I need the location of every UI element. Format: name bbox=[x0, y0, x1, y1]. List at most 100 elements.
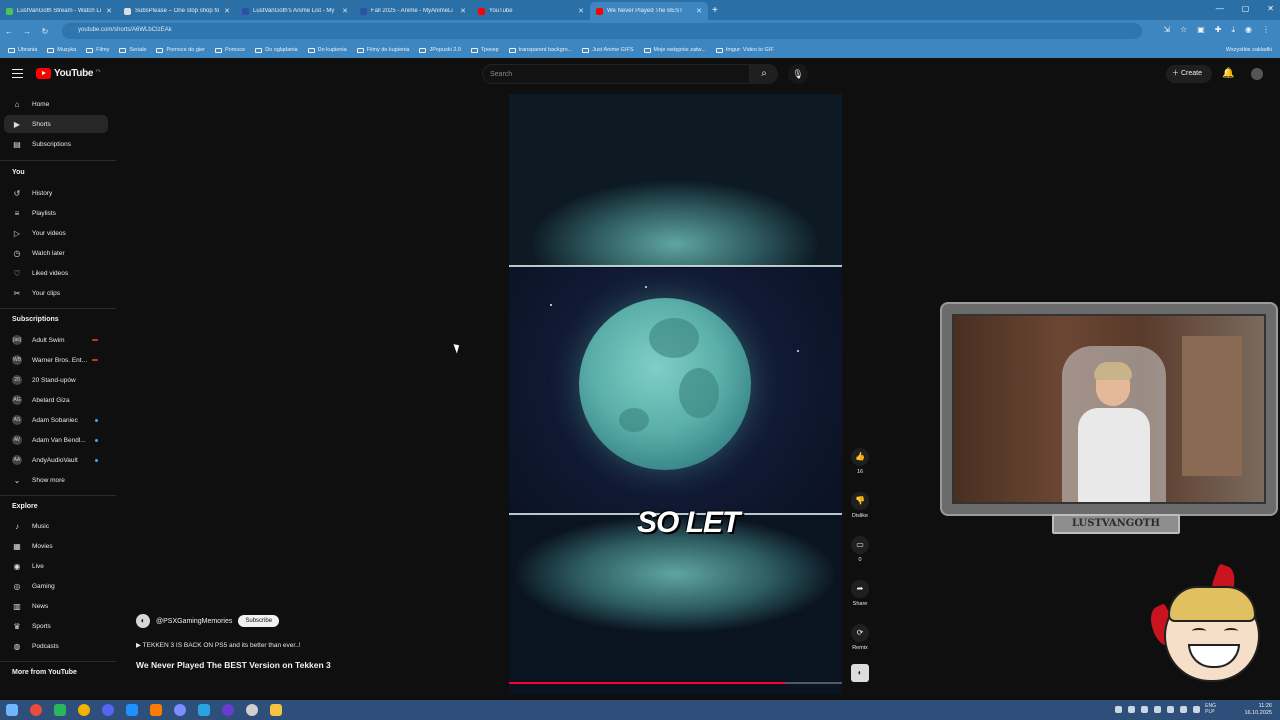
shorts-player[interactable]: SO LET bbox=[509, 94, 842, 694]
youtube-logo[interactable]: YouTube PL bbox=[36, 68, 101, 79]
extension-icon[interactable]: ▣ bbox=[1197, 25, 1205, 35]
remix-button[interactable]: ⟳ Remix bbox=[848, 624, 872, 651]
bookmark-item[interactable]: JPopuski 2.0 bbox=[419, 47, 461, 53]
menu-dots-icon[interactable]: ⋮ bbox=[1262, 25, 1270, 35]
app-icon[interactable] bbox=[126, 704, 138, 716]
tray-icon[interactable] bbox=[1154, 706, 1161, 713]
bookmark-item[interactable]: Seriale bbox=[119, 47, 146, 53]
steam-icon[interactable] bbox=[198, 704, 210, 716]
sidebar-item-home[interactable]: ⌂ Home bbox=[4, 95, 108, 113]
forward-icon[interactable]: → bbox=[18, 27, 36, 36]
tray-icon[interactable] bbox=[1115, 706, 1122, 713]
sidebar-item-subscriptions[interactable]: ▤ Subscriptions bbox=[4, 135, 108, 153]
sidebar-item-your-clips[interactable]: ✂ Your clips bbox=[4, 284, 108, 302]
sidebar-item-live[interactable]: ◉ Live bbox=[4, 557, 108, 575]
bookmark-item[interactable]: Just Anime GIFS bbox=[582, 47, 634, 53]
app-icon[interactable] bbox=[78, 704, 90, 716]
close-window-icon[interactable]: ✕ bbox=[1267, 4, 1274, 13]
tab-close-icon[interactable]: ✕ bbox=[696, 7, 702, 15]
bookmark-item[interactable]: Ubrania bbox=[8, 47, 37, 53]
search-icon[interactable]: ⌕ bbox=[750, 64, 778, 84]
tray-icon[interactable] bbox=[1193, 706, 1200, 713]
language-indicator[interactable]: ENG PLP bbox=[1205, 703, 1216, 715]
share-button[interactable]: ➦ Share bbox=[848, 580, 872, 607]
bookmark-star-icon[interactable]: ☆ bbox=[1180, 25, 1187, 35]
bookmark-item[interactable]: Muzyka bbox=[47, 47, 76, 53]
browser-tab[interactable]: LustVanGoth Stream - Watch Li ✕ bbox=[0, 2, 118, 20]
bookmark-item[interactable]: Imgur: Video to GIF bbox=[715, 47, 774, 53]
notifications-icon[interactable]: 🔔 bbox=[1222, 68, 1234, 79]
you-heading[interactable]: You bbox=[12, 169, 25, 176]
short-title[interactable]: We Never Played The BEST Version on Tekk… bbox=[136, 660, 331, 670]
microphone-icon[interactable]: 🎙 bbox=[788, 64, 808, 84]
new-tab-button[interactable]: + bbox=[712, 5, 718, 16]
folder-icon[interactable] bbox=[270, 704, 282, 716]
vlc-icon[interactable] bbox=[150, 704, 162, 716]
avatar[interactable] bbox=[1251, 68, 1263, 80]
sidebar-item-sports[interactable]: ♛ Sports bbox=[4, 617, 108, 635]
sidebar-item-channel[interactable]: AG Abelard Giza bbox=[4, 391, 108, 409]
channel-thumb-button[interactable]: ◐ bbox=[848, 664, 872, 685]
subscribe-button[interactable]: Subscribe bbox=[238, 615, 280, 627]
sidebar-item-news[interactable]: ▥ News bbox=[4, 597, 108, 615]
all-bookmarks[interactable]: Wszystkie zakładki bbox=[1226, 47, 1272, 53]
app-icon[interactable] bbox=[54, 704, 66, 716]
like-button[interactable]: 👍 16 bbox=[848, 448, 872, 475]
download-icon[interactable]: ⤓ bbox=[1231, 25, 1235, 35]
bookmark-item[interactable]: Filmy bbox=[86, 47, 109, 53]
sidebar-item-channel[interactable]: 20 20 Stand-upów bbox=[4, 371, 108, 389]
clock[interactable]: 11:26 16.10.2025 bbox=[1244, 703, 1272, 717]
bookmark-item[interactable]: transparent backgro... bbox=[508, 47, 572, 53]
channel-name[interactable]: @PSXGamingMemories bbox=[156, 618, 232, 625]
menu-icon[interactable] bbox=[12, 69, 23, 78]
obs-icon[interactable] bbox=[222, 704, 234, 716]
short-description[interactable]: ▶ TEKKEN 3 IS BACK ON PS5 and its better… bbox=[136, 641, 301, 649]
tray-icon[interactable] bbox=[1141, 706, 1148, 713]
sidebar-item-movies[interactable]: ▦ Movies bbox=[4, 537, 108, 555]
tray-icon[interactable] bbox=[1128, 706, 1135, 713]
browser-tab[interactable]: SubsPlease – One stop shop fo ✕ bbox=[118, 2, 236, 20]
reload-icon[interactable]: ↻ bbox=[36, 27, 54, 36]
dislike-button[interactable]: 👎 Dislike bbox=[848, 492, 872, 519]
app-icon[interactable] bbox=[174, 704, 186, 716]
bookmark-item[interactable]: Do kupienia bbox=[307, 47, 347, 53]
browser-tab[interactable]: LustVanGoth's Anime List - My ✕ bbox=[236, 2, 354, 20]
sidebar-item-channel[interactable]: [as] Adult Swim bbox=[4, 331, 108, 349]
sidebar-item-channel[interactable]: AS Adam Sobaniec bbox=[4, 411, 108, 429]
bookmark-item[interactable]: Pomoce bbox=[215, 47, 245, 53]
extensions-puzzle-icon[interactable]: ✚ bbox=[1215, 25, 1222, 35]
discord-icon[interactable] bbox=[102, 704, 114, 716]
sidebar-item-shorts[interactable]: ▶ Shorts bbox=[4, 115, 108, 133]
browser-tab[interactable]: Fall 2025 - Anime - MyAnimeLi ✕ bbox=[354, 2, 472, 20]
back-icon[interactable]: ← bbox=[0, 27, 18, 36]
bookmark-item[interactable]: Moje wstępnie zatw... bbox=[643, 47, 706, 53]
minimize-icon[interactable]: — bbox=[1216, 4, 1224, 13]
sidebar-item-watch-later[interactable]: ◷ Watch later bbox=[4, 244, 108, 262]
browser-tab[interactable]: We Never Played The BEST ✕ bbox=[590, 2, 708, 20]
sidebar-item-history[interactable]: ↺ History bbox=[4, 184, 108, 202]
tab-close-icon[interactable]: ✕ bbox=[342, 7, 348, 15]
bookmark-item[interactable]: Pomoce do gier bbox=[156, 47, 205, 53]
chrome-icon[interactable] bbox=[30, 704, 42, 716]
profile-icon[interactable]: ◉ bbox=[1245, 25, 1252, 35]
tray-icon[interactable] bbox=[1180, 706, 1187, 713]
sidebar-item-gaming[interactable]: ◎ Gaming bbox=[4, 577, 108, 595]
maximize-icon[interactable]: ▢ bbox=[1242, 4, 1250, 13]
bookmark-item[interactable]: Filmy do kupienia bbox=[356, 47, 409, 53]
sidebar-item-podcasts[interactable]: ◍ Podcasts bbox=[4, 637, 108, 655]
app-icon[interactable] bbox=[246, 704, 258, 716]
search-input[interactable]: Search bbox=[482, 64, 750, 84]
browser-tab[interactable]: YouTube ✕ bbox=[472, 2, 590, 20]
subscriptions-heading[interactable]: Subscriptions bbox=[12, 316, 59, 323]
sidebar-item-music[interactable]: ♪ Music bbox=[4, 517, 108, 535]
sidebar-item-show-more[interactable]: ⌄ Show more bbox=[4, 471, 108, 489]
sidebar-item-playlists[interactable]: ≡ Playlists bbox=[4, 204, 108, 222]
sidebar-item-your-videos[interactable]: ▷ Your videos bbox=[4, 224, 108, 242]
sidebar-item-channel[interactable]: WB Warner Bros. Ent... bbox=[4, 351, 108, 369]
address-bar[interactable]: youtube.com/shorts/A6WLbCIzEAk bbox=[62, 23, 1142, 39]
sidebar-item-channel[interactable]: AV Adam Van Bendl... bbox=[4, 431, 108, 449]
tray-icon[interactable] bbox=[1167, 706, 1174, 713]
create-button[interactable]: ＋ Create bbox=[1166, 65, 1212, 83]
tab-close-icon[interactable]: ✕ bbox=[460, 7, 466, 15]
bookmark-item[interactable]: Трекер bbox=[470, 47, 499, 53]
